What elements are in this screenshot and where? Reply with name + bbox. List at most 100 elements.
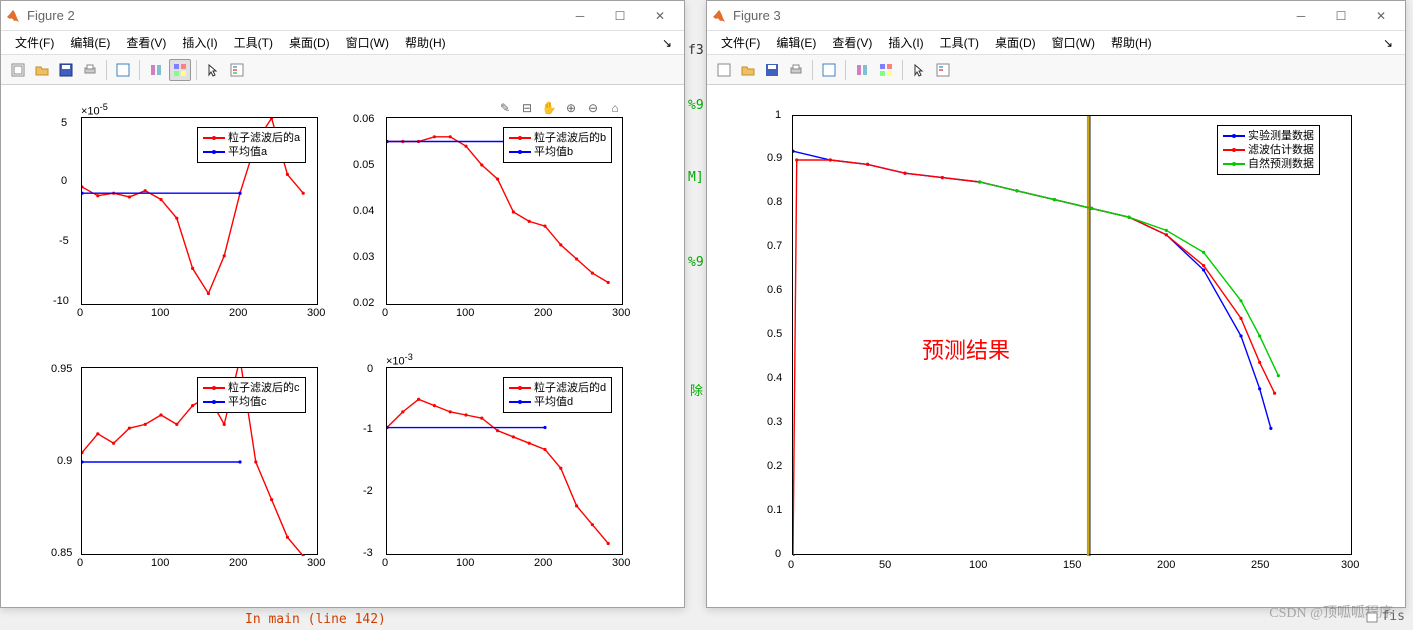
- link-plot-icon[interactable]: [145, 59, 167, 81]
- menu-window[interactable]: 窗口(W): [338, 31, 397, 54]
- open-icon[interactable]: [737, 59, 759, 81]
- close-button[interactable]: ✕: [1361, 2, 1401, 30]
- fis-tab[interactable]: fis: [1366, 609, 1405, 624]
- menu-window[interactable]: 窗口(W): [1044, 31, 1103, 54]
- legend-entry: 平均值a: [228, 145, 267, 159]
- pointer-icon[interactable]: [202, 59, 224, 81]
- pointer-icon[interactable]: [908, 59, 930, 81]
- legend-entry: 实验测量数据: [1248, 129, 1314, 143]
- xtick: 0: [788, 559, 794, 571]
- window-title: Figure 2: [27, 8, 560, 23]
- ytick: -10: [53, 295, 69, 307]
- axes-main[interactable]: [792, 115, 1352, 555]
- insert-colorbar-icon[interactable]: [169, 59, 191, 81]
- legend-main[interactable]: 实验测量数据 滤波估计数据 自然预测数据: [1217, 125, 1320, 175]
- legend-d[interactable]: 粒子滤波后的d 平均值d: [503, 377, 612, 413]
- legend-c[interactable]: 粒子滤波后的c 平均值c: [197, 377, 306, 413]
- zoomout-icon[interactable]: ⊖: [584, 99, 602, 117]
- menu-desktop[interactable]: 桌面(D): [281, 31, 338, 54]
- open-icon[interactable]: [31, 59, 53, 81]
- ytick: 0.2: [767, 460, 782, 472]
- ytick: 1: [775, 109, 781, 121]
- menubar: 文件(F) 编辑(E) 查看(V) 插入(I) 工具(T) 桌面(D) 窗口(W…: [707, 31, 1405, 55]
- maximize-button[interactable]: ☐: [600, 2, 640, 30]
- legend-entry: 粒子滤波后的a: [228, 131, 300, 145]
- minimize-button[interactable]: ─: [1281, 2, 1321, 30]
- figure3-window: Figure 3 ─ ☐ ✕ 文件(F) 编辑(E) 查看(V) 插入(I) 工…: [706, 0, 1406, 608]
- bg-text: %9: [688, 98, 704, 113]
- xtick: 250: [1251, 559, 1269, 571]
- datatip-icon[interactable]: ⊟: [518, 99, 536, 117]
- menu-insert[interactable]: 插入(I): [174, 31, 225, 54]
- ytick: 0.1: [767, 504, 782, 516]
- menu-edit[interactable]: 编辑(E): [62, 31, 118, 54]
- menu-view[interactable]: 查看(V): [824, 31, 880, 54]
- legend-b[interactable]: 粒子滤波后的b 平均值b: [503, 127, 612, 163]
- xtick: 200: [229, 557, 247, 569]
- close-button[interactable]: ✕: [640, 2, 680, 30]
- ytick: 0: [367, 363, 373, 375]
- figure2-window: Figure 2 ─ ☐ ✕ 文件(F) 编辑(E) 查看(V) 插入(I) 工…: [0, 0, 685, 608]
- new-figure-icon[interactable]: [7, 59, 29, 81]
- titlebar[interactable]: Figure 2 ─ ☐ ✕: [1, 1, 684, 31]
- matlab-icon: [711, 8, 727, 24]
- maximize-button[interactable]: ☐: [1321, 2, 1361, 30]
- save-icon[interactable]: [55, 59, 77, 81]
- legend-entry: 平均值d: [534, 395, 573, 409]
- edit-plot-icon[interactable]: [112, 59, 134, 81]
- ytick: 0: [775, 548, 781, 560]
- legend-a[interactable]: 粒子滤波后的a 平均值a: [197, 127, 306, 163]
- new-figure-icon[interactable]: [713, 59, 735, 81]
- xtick: 100: [456, 307, 474, 319]
- ytick: 0: [61, 175, 67, 187]
- ytick: 0.95: [51, 363, 72, 375]
- xtick: 150: [1063, 559, 1081, 571]
- ytick: 0.4: [767, 372, 782, 384]
- menu-more-icon[interactable]: ↘: [654, 33, 678, 53]
- legend-entry: 粒子滤波后的c: [228, 381, 300, 395]
- ytick: 0.9: [767, 152, 782, 164]
- xtick: 300: [1341, 559, 1359, 571]
- menu-more-icon[interactable]: ↘: [1375, 33, 1399, 53]
- ytick: 0.8: [767, 196, 782, 208]
- xtick: 200: [1157, 559, 1175, 571]
- ytick: -1: [363, 423, 373, 435]
- xtick: 200: [534, 557, 552, 569]
- ytick: -5: [59, 235, 69, 247]
- brush-icon[interactable]: ✎: [496, 99, 514, 117]
- insert-colorbar-icon[interactable]: [875, 59, 897, 81]
- menu-view[interactable]: 查看(V): [118, 31, 174, 54]
- xtick: 300: [612, 557, 630, 569]
- titlebar[interactable]: Figure 3 ─ ☐ ✕: [707, 1, 1405, 31]
- zoomin-icon[interactable]: ⊕: [562, 99, 580, 117]
- pan-icon[interactable]: ✋: [540, 99, 558, 117]
- menu-help[interactable]: 帮助(H): [1103, 31, 1160, 54]
- ytick: 0.06: [353, 113, 374, 125]
- axes-d-exponent: ×10-3: [386, 352, 413, 368]
- menu-file[interactable]: 文件(F): [7, 31, 62, 54]
- home-icon[interactable]: ⌂: [606, 99, 624, 117]
- menu-edit[interactable]: 编辑(E): [768, 31, 824, 54]
- xtick: 100: [151, 307, 169, 319]
- link-plot-icon[interactable]: [851, 59, 873, 81]
- print-icon[interactable]: [785, 59, 807, 81]
- menu-desktop[interactable]: 桌面(D): [987, 31, 1044, 54]
- print-icon[interactable]: [79, 59, 101, 81]
- ytick: 0.04: [353, 205, 374, 217]
- legend-entry: 滤波估计数据: [1248, 143, 1314, 157]
- ytick: -3: [363, 547, 373, 559]
- minimize-button[interactable]: ─: [560, 2, 600, 30]
- menu-file[interactable]: 文件(F): [713, 31, 768, 54]
- bg-text: f3: [688, 43, 704, 58]
- menu-tools[interactable]: 工具(T): [932, 31, 987, 54]
- insert-legend-icon[interactable]: [932, 59, 954, 81]
- menu-insert[interactable]: 插入(I): [880, 31, 931, 54]
- figure2-area: ✎ ⊟ ✋ ⊕ ⊖ ⌂ ×10-5 5 0 -5 -10 0 100 200 3…: [1, 85, 684, 607]
- menu-help[interactable]: 帮助(H): [397, 31, 454, 54]
- insert-legend-icon[interactable]: [226, 59, 248, 81]
- bg-text: %9: [688, 255, 704, 270]
- edit-plot-icon[interactable]: [818, 59, 840, 81]
- xtick: 0: [77, 307, 83, 319]
- save-icon[interactable]: [761, 59, 783, 81]
- menu-tools[interactable]: 工具(T): [226, 31, 281, 54]
